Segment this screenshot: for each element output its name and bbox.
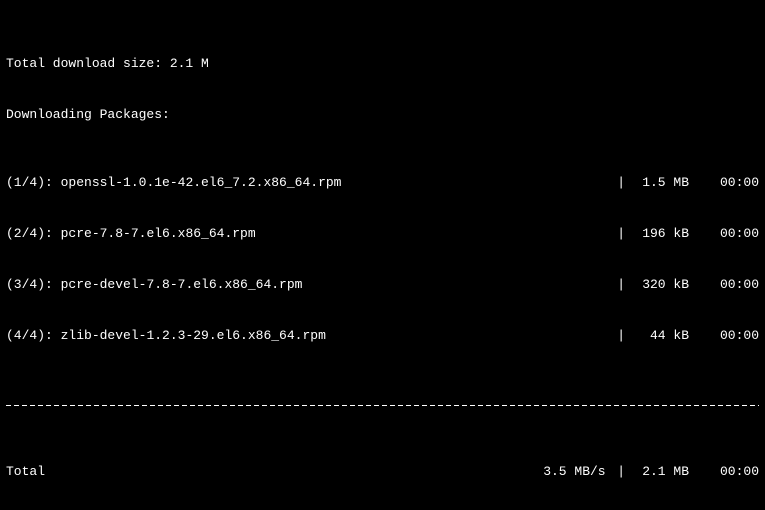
total-size: 2.1 MB bbox=[629, 463, 689, 480]
downloading-packages-heading: Downloading Packages: bbox=[6, 106, 759, 123]
download-row: (4/4): zlib-devel-1.2.3-29.el6.x86_64.rp… bbox=[6, 327, 759, 344]
terminal-output[interactable]: Total download size: 2.1 M Downloading P… bbox=[0, 0, 765, 510]
download-row: (2/4): pcre-7.8-7.el6.x86_64.rpm | 196 k… bbox=[6, 225, 759, 242]
download-name: openssl-1.0.1e-42.el6_7.2.x86_64.rpm bbox=[61, 174, 614, 191]
total-row: Total 3.5 MB/s | 2.1 MB 00:00 bbox=[6, 463, 759, 480]
download-index: (1/4): bbox=[6, 174, 53, 191]
pipe-separator: | bbox=[617, 174, 625, 191]
download-row: (1/4): openssl-1.0.1e-42.el6_7.2.x86_64.… bbox=[6, 174, 759, 191]
download-row: (3/4): pcre-devel-7.8-7.el6.x86_64.rpm |… bbox=[6, 276, 759, 293]
download-size: 1.5 MB bbox=[629, 174, 689, 191]
download-time: 00:00 bbox=[689, 174, 759, 191]
total-rate: 3.5 MB/s bbox=[543, 463, 613, 480]
total-label: Total bbox=[6, 463, 543, 480]
separator-line bbox=[6, 395, 759, 412]
total-download-size: Total download size: 2.1 M bbox=[6, 55, 759, 72]
total-time: 00:00 bbox=[689, 463, 759, 480]
